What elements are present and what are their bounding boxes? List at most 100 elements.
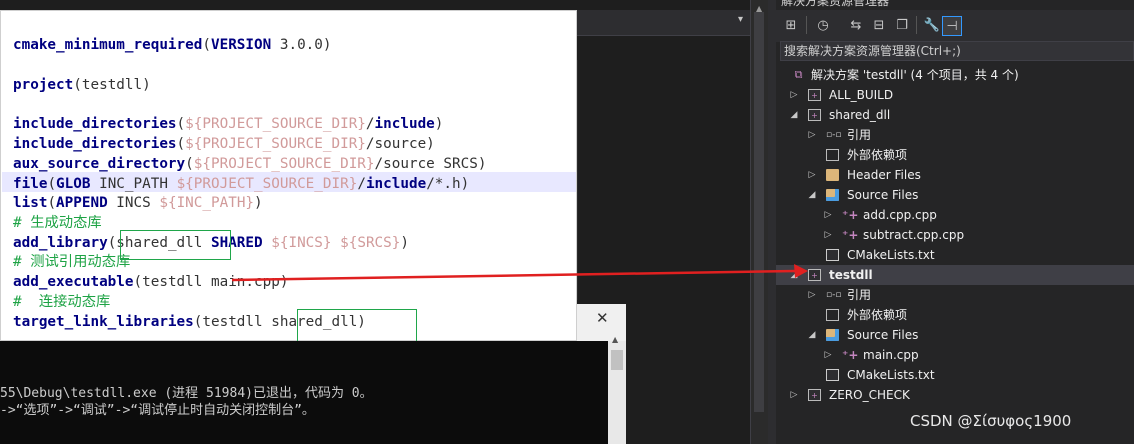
code-line: add_executable(testdll main.cpp) bbox=[13, 272, 288, 292]
tree-item[interactable]: ▷ ▫-▫ 引用 bbox=[776, 125, 1134, 145]
tree-item-label: CMakeLists.txt bbox=[847, 248, 935, 262]
expand-icon[interactable]: ▷ bbox=[806, 125, 818, 145]
tree-item[interactable]: ▷ ⁺+ main.cpp bbox=[776, 345, 1134, 365]
code-line: cmake_minimum_required(VERSION 3.0.0) bbox=[13, 35, 332, 55]
external-deps-icon bbox=[826, 309, 839, 321]
tree-item[interactable]: CMakeLists.txt bbox=[776, 245, 1134, 265]
code-keyword: APPEND bbox=[56, 195, 108, 211]
cpp-file-icon: ⁺+ bbox=[842, 348, 859, 362]
code-variable: ${PROJECT_SOURCE_DIR} bbox=[193, 156, 375, 172]
expand-icon[interactable]: ▷ bbox=[822, 205, 834, 225]
preview-selected-icon[interactable]: ⊣ bbox=[942, 16, 962, 36]
tree-item-label: 引用 bbox=[847, 288, 872, 302]
code-keyword: VERSION bbox=[210, 37, 272, 53]
project-icon: + bbox=[808, 389, 821, 401]
editor-scroll-thumb[interactable] bbox=[754, 12, 764, 412]
expand-icon[interactable]: ▷ bbox=[822, 225, 834, 245]
code-line: # 测试引用动态库 bbox=[13, 252, 130, 272]
text-file-icon bbox=[826, 369, 839, 381]
tree-item[interactable]: ▷ ⁺+ subtract.cpp.cpp bbox=[776, 225, 1134, 245]
tree-item[interactable]: ▷ + ZERO_CHECK bbox=[776, 385, 1134, 405]
code-text: INCS bbox=[107, 195, 160, 211]
tree-item-label: CMakeLists.txt bbox=[847, 368, 935, 382]
tree-item-label: testdll bbox=[829, 268, 873, 282]
references-icon: ▫-▫ bbox=[826, 130, 842, 140]
show-all-files-icon[interactable]: ❐ bbox=[892, 16, 912, 36]
properties-icon[interactable]: 🔧 bbox=[922, 16, 942, 36]
tree-item-label: 解决方案 'testdll' (4 个项目，共 4 个) bbox=[811, 68, 1019, 82]
solution-icon: ⧉ bbox=[794, 68, 803, 81]
solution-search-input[interactable]: 搜索解决方案资源管理器(Ctrl+;) bbox=[780, 41, 1134, 61]
switch-views-icon[interactable]: ⊞ bbox=[781, 16, 801, 36]
code-variable: ${INC_PATH} bbox=[159, 195, 255, 211]
code-line: # 连接动态库 bbox=[13, 292, 110, 312]
close-icon[interactable]: ✕ bbox=[596, 309, 609, 327]
code-variable: ${PROJECT_SOURCE_DIR} bbox=[185, 116, 366, 132]
expand-icon[interactable]: ▷ bbox=[788, 85, 800, 105]
folder-icon bbox=[826, 189, 839, 201]
tree-item-label: subtract.cpp.cpp bbox=[863, 228, 965, 242]
collapse-icon[interactable]: ◢ bbox=[788, 105, 800, 125]
debug-console: 55\Debug\testdll.exe (进程 51984)已退出，代码为 0… bbox=[0, 341, 608, 444]
tree-item-label: ALL_BUILD bbox=[829, 88, 894, 102]
code-keyword: include_directories bbox=[13, 136, 177, 152]
csdn-watermark: CSDN @Σίσυφος1900 bbox=[910, 412, 1072, 430]
tree-item[interactable]: ⧉ 解决方案 'testdll' (4 个项目，共 4 个) bbox=[776, 65, 1134, 85]
solution-explorer-title: 解决方案资源管理器 bbox=[781, 0, 890, 8]
code-keyword: cmake_minimum_required bbox=[13, 37, 203, 53]
cpp-file-icon: ⁺+ bbox=[842, 228, 859, 242]
tree-item-label: 外部依赖项 bbox=[847, 148, 908, 162]
collapse-icon[interactable]: ◢ bbox=[806, 185, 818, 205]
code-keyword: include_directories bbox=[13, 116, 177, 132]
code-keyword: include bbox=[374, 116, 435, 132]
code-text: /*.h) bbox=[426, 176, 470, 192]
code-text: ( bbox=[185, 156, 194, 172]
code-text: ( bbox=[202, 37, 211, 53]
tree-item-label: ZERO_CHECK bbox=[829, 388, 910, 402]
code-line: # 生成动态库 bbox=[13, 213, 102, 233]
collapse-all-icon[interactable]: ⊟ bbox=[869, 16, 889, 36]
code-line: list(APPEND INCS ${INC_PATH}) bbox=[13, 193, 263, 213]
tree-item[interactable]: ◢ + shared_dll bbox=[776, 105, 1134, 125]
code-comment: # 连接动态库 bbox=[13, 294, 111, 310]
code-text: / bbox=[357, 176, 366, 192]
code-keyword: file bbox=[13, 176, 48, 192]
tree-item[interactable]: ▷ Header Files bbox=[776, 165, 1134, 185]
expand-icon[interactable]: ▷ bbox=[822, 345, 834, 365]
tree-item[interactable]: ◢ Source Files bbox=[776, 325, 1134, 345]
tree-item-label: Source Files bbox=[847, 188, 919, 202]
pending-changes-icon[interactable]: ⇆ bbox=[846, 16, 866, 36]
tree-item[interactable]: CMakeLists.txt bbox=[776, 365, 1134, 385]
toolbar-separator bbox=[916, 16, 917, 34]
expand-icon[interactable]: ▷ bbox=[806, 165, 818, 185]
tree-item-label: Header Files bbox=[847, 168, 921, 182]
history-icon[interactable]: ◷ bbox=[813, 16, 833, 36]
expand-icon[interactable]: ▷ bbox=[806, 285, 818, 305]
collapse-icon[interactable]: ◢ bbox=[806, 325, 818, 345]
tree-item[interactable]: ▷ + ALL_BUILD bbox=[776, 85, 1134, 105]
tree-item[interactable]: ◢ + testdll bbox=[776, 265, 1134, 285]
tree-item[interactable]: ▷ ⁺+ add.cpp.cpp bbox=[776, 205, 1134, 225]
references-icon: ▫-▫ bbox=[826, 290, 842, 300]
tree-item[interactable]: 外部依赖项 bbox=[776, 305, 1134, 325]
console-scroll-up-icon[interactable]: ▲ bbox=[612, 335, 618, 344]
editor-tab-strip[interactable] bbox=[577, 10, 750, 36]
tree-item[interactable]: 外部依赖项 bbox=[776, 145, 1134, 165]
tree-item[interactable]: ◢ Source Files bbox=[776, 185, 1134, 205]
code-line: include_directories(${PROJECT_SOURCE_DIR… bbox=[13, 134, 435, 154]
tab-dropdown-icon[interactable]: ▾ bbox=[738, 14, 743, 25]
console-scroll-thumb[interactable] bbox=[611, 350, 623, 370]
expand-icon[interactable]: ▷ bbox=[788, 385, 800, 405]
project-icon: + bbox=[808, 109, 821, 121]
tree-item[interactable]: ▷ ▫-▫ 引用 bbox=[776, 285, 1134, 305]
code-text: /source) bbox=[365, 136, 435, 152]
shared-dll-highlight-box bbox=[120, 230, 231, 260]
tree-item-label: Source Files bbox=[847, 328, 919, 342]
panel-splitter[interactable] bbox=[768, 0, 776, 444]
code-text: ) bbox=[400, 235, 409, 251]
code-text: 3.0.0) bbox=[271, 37, 332, 53]
code-text: ) bbox=[434, 116, 444, 132]
collapse-icon[interactable]: ◢ bbox=[788, 265, 800, 285]
code-text: ( bbox=[47, 195, 57, 211]
